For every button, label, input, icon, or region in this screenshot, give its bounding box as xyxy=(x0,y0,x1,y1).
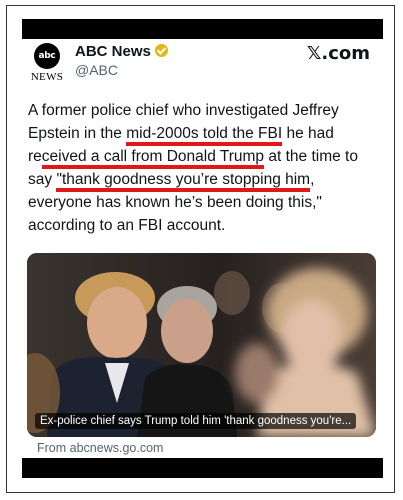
tweet-line: Epstein in the mid-2000s told the FBI he… xyxy=(28,122,378,146)
card-caption: Ex-police chief says Trump told him 'tha… xyxy=(35,413,357,429)
x-com-label: 𝕏.com xyxy=(306,43,370,64)
tweet-text-segment: according to an FBI account. xyxy=(28,217,226,234)
tweet-text-segment: A former police chief who investigated J… xyxy=(28,102,339,119)
link-card-image[interactable]: Ex-police chief says Trump told him 'tha… xyxy=(27,253,376,437)
top-black-bar xyxy=(22,19,383,39)
tweet-text-segment: he had xyxy=(282,125,334,142)
tweet-line: everyone has known he’s been doing this,… xyxy=(28,191,378,214)
tweet-text-segment: everyone has known he’s been doing this,… xyxy=(28,194,322,211)
tweet-line: according to an FBI account. xyxy=(28,214,378,237)
underlined-phrase: ceived a call from Donald Trump xyxy=(41,148,265,169)
account-handle[interactable]: @ABC xyxy=(75,62,118,78)
tweet-text-segment: , xyxy=(310,171,315,188)
tweet-line: received a call from Donald Trump at the… xyxy=(28,145,378,169)
account-name-row[interactable]: ABC News xyxy=(75,43,168,60)
tweet-line: say "thank goodness you’re stopping him, xyxy=(28,168,378,192)
abc-logo-icon: abc xyxy=(34,43,60,69)
bottom-black-bar xyxy=(22,458,383,478)
tweet-line: A former police chief who investigated J… xyxy=(28,99,378,122)
news-photo xyxy=(27,253,376,437)
verified-badge-icon xyxy=(154,44,168,57)
underlined-phrase: mid-2000s told the FBI xyxy=(126,125,283,146)
tweet-text-segment: say xyxy=(28,171,57,188)
tweet-text-segment: re xyxy=(28,148,42,165)
news-wordmark: NEWS xyxy=(30,71,64,83)
underlined-phrase: "thank goodness you’re stopping him xyxy=(56,171,311,192)
card-source-link[interactable]: From abcnews.go.com xyxy=(37,441,163,455)
tweet-text-segment: Epstein in the xyxy=(28,125,127,142)
tweet-text: A former police chief who investigated J… xyxy=(28,99,378,237)
tweet-text-segment: at the time to xyxy=(264,148,358,165)
account-name[interactable]: ABC News xyxy=(75,43,151,60)
avatar[interactable]: abc NEWS xyxy=(28,43,66,85)
